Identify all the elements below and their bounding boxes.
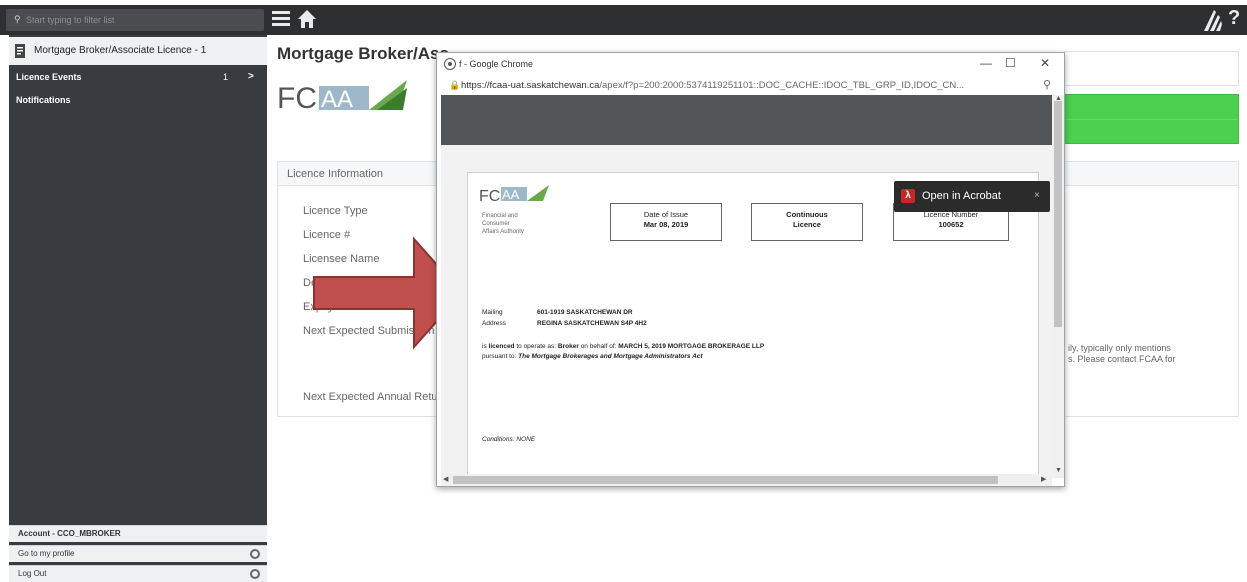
licenced-statement: is licenced to operate as: Broker on beh… xyxy=(482,343,765,350)
panel-title: Licence Information xyxy=(287,168,383,180)
search-icon: ⚲ xyxy=(14,14,21,24)
scrollbar-thumb[interactable] xyxy=(453,476,998,484)
chrome-popup-window: f - Google Chrome — ☐ ✕ 🔒 https://fcaa-u… xyxy=(436,52,1065,487)
document-icon xyxy=(15,44,25,58)
pdf-toolbar xyxy=(441,95,1052,145)
sidebar-item-label: Notifications xyxy=(16,95,71,105)
help-note-line: ily, typically only mentions xyxy=(1068,343,1171,353)
svg-text:AA: AA xyxy=(502,187,520,202)
log-out-link[interactable]: Log Out xyxy=(9,565,267,582)
chrome-icon xyxy=(444,58,456,70)
popup-window-title: f - Google Chrome xyxy=(459,59,534,69)
search-input[interactable] xyxy=(26,12,256,28)
address-line-1: 601-1919 SASKATCHEWAN DR xyxy=(537,309,633,316)
date-of-issue-label: Date of Issue xyxy=(643,210,689,219)
sidebar: Mortgage Broker/Associate Licence - 1 Li… xyxy=(9,35,267,582)
profile-link-label: Go to my profile xyxy=(18,549,75,558)
minimize-button[interactable]: — xyxy=(980,56,992,70)
page-title: Mortgage Broker/Ass xyxy=(277,44,449,63)
horizontal-scrollbar[interactable]: ◀ ▶ xyxy=(441,474,1052,486)
date-of-issue-value: Mar 08, 2019 xyxy=(643,220,689,229)
licence-number-value: 100652 xyxy=(938,220,964,229)
vertical-scrollbar[interactable]: ▲ ▼ xyxy=(1052,95,1064,478)
chevron-right-icon[interactable]: > xyxy=(248,71,254,82)
sidebar-header[interactable]: Mortgage Broker/Associate Licence - 1 xyxy=(9,37,267,65)
saskatchewan-logo-icon xyxy=(1204,10,1222,31)
open-in-acrobat-button[interactable]: λ Open in Acrobat × xyxy=(894,181,1050,212)
header-info-box xyxy=(1064,51,1239,86)
svg-text:AA: AA xyxy=(321,86,353,113)
continuous-licence-box: Continuous Licence xyxy=(751,203,863,241)
scrollbar-thumb[interactable] xyxy=(1054,101,1062,327)
logo-subtitle-line: Affairs Authority xyxy=(482,229,524,235)
sidebar-item-label: Licence Events xyxy=(16,72,82,82)
url-text[interactable]: https://fcaa-uat.saskatchewan.ca/apex/f?… xyxy=(461,80,1041,91)
continuous-label: Continuous xyxy=(786,210,828,219)
scroll-down-icon[interactable]: ▼ xyxy=(1055,467,1062,474)
menu-icon[interactable] xyxy=(272,11,290,28)
sidebar-item-notifications[interactable]: Notifications xyxy=(9,91,267,111)
profile-icon xyxy=(250,549,260,559)
scroll-left-icon[interactable]: ◀ xyxy=(443,475,448,483)
field-label: Licence Type xyxy=(303,205,368,217)
go-to-profile-link[interactable]: Go to my profile xyxy=(9,545,267,562)
maximize-button[interactable]: ☐ xyxy=(1005,56,1016,70)
logo-subtitle-line: Financial and xyxy=(482,213,518,219)
fcaa-licence-logo: FC AA xyxy=(479,185,549,205)
scroll-right-icon[interactable]: ▶ xyxy=(1041,475,1046,483)
log-out-icon xyxy=(250,569,260,579)
acrobat-icon: λ xyxy=(901,189,915,203)
top-navigation-bar: ⚲ ? xyxy=(0,5,1247,35)
svg-text:FC: FC xyxy=(479,188,500,205)
sidebar-header-title: Mortgage Broker/Associate Licence - 1 xyxy=(34,45,207,56)
help-icon[interactable]: ? xyxy=(1228,7,1240,30)
account-name: Account - CCO_MBROKER xyxy=(18,529,121,538)
search-box[interactable]: ⚲ xyxy=(6,9,264,31)
popup-title-bar[interactable]: f - Google Chrome — ☐ ✕ xyxy=(437,53,1064,75)
address-line-2: REGINA SASKATCHEWAN S4P 4H2 xyxy=(537,320,647,327)
help-note: ily, typically only mentions s. Please c… xyxy=(1068,343,1176,365)
close-button[interactable]: ✕ xyxy=(1040,56,1050,70)
svg-text:FC: FC xyxy=(277,82,317,115)
close-icon[interactable]: × xyxy=(1034,190,1040,201)
zoom-icon[interactable]: ⚲ xyxy=(1043,78,1051,91)
field-label: Next Expected Annual Retur xyxy=(303,391,442,403)
date-of-issue-box: Date of Issue Mar 08, 2019 xyxy=(610,203,722,241)
fcaa-logo: FC AA xyxy=(277,80,407,115)
licence-logo-subtitle: Financial and Consumer Affairs Authority xyxy=(482,212,524,236)
conditions-text: Conditions: NONE xyxy=(482,436,536,443)
help-note-line: s. Please contact FCAA for xyxy=(1068,354,1176,364)
pursuant-statement: pursuant to: The Mortgage Brokerages and… xyxy=(482,353,703,360)
sidebar-item-count: 1 xyxy=(223,72,229,82)
open-in-acrobat-label: Open in Acrobat xyxy=(922,190,1001,202)
licence-label: Licence xyxy=(793,220,821,229)
address-bar[interactable]: 🔒 https://fcaa-uat.saskatchewan.ca/apex/… xyxy=(437,75,1064,95)
log-out-label: Log Out xyxy=(18,569,47,578)
address-label: Address xyxy=(482,320,506,327)
account-label: Account - CCO_MBROKER xyxy=(9,525,267,542)
mailing-label: Mailing xyxy=(482,309,503,316)
logo-subtitle-line: Consumer xyxy=(482,221,510,227)
sidebar-item-licence-events[interactable]: Licence Events 1 > xyxy=(9,68,267,88)
status-banner xyxy=(1064,94,1239,144)
lock-icon: 🔒 xyxy=(449,80,461,90)
app-window: ⚲ ? Mortgage Broker/Associate Licence - … xyxy=(0,0,1247,582)
home-icon[interactable] xyxy=(297,7,317,31)
